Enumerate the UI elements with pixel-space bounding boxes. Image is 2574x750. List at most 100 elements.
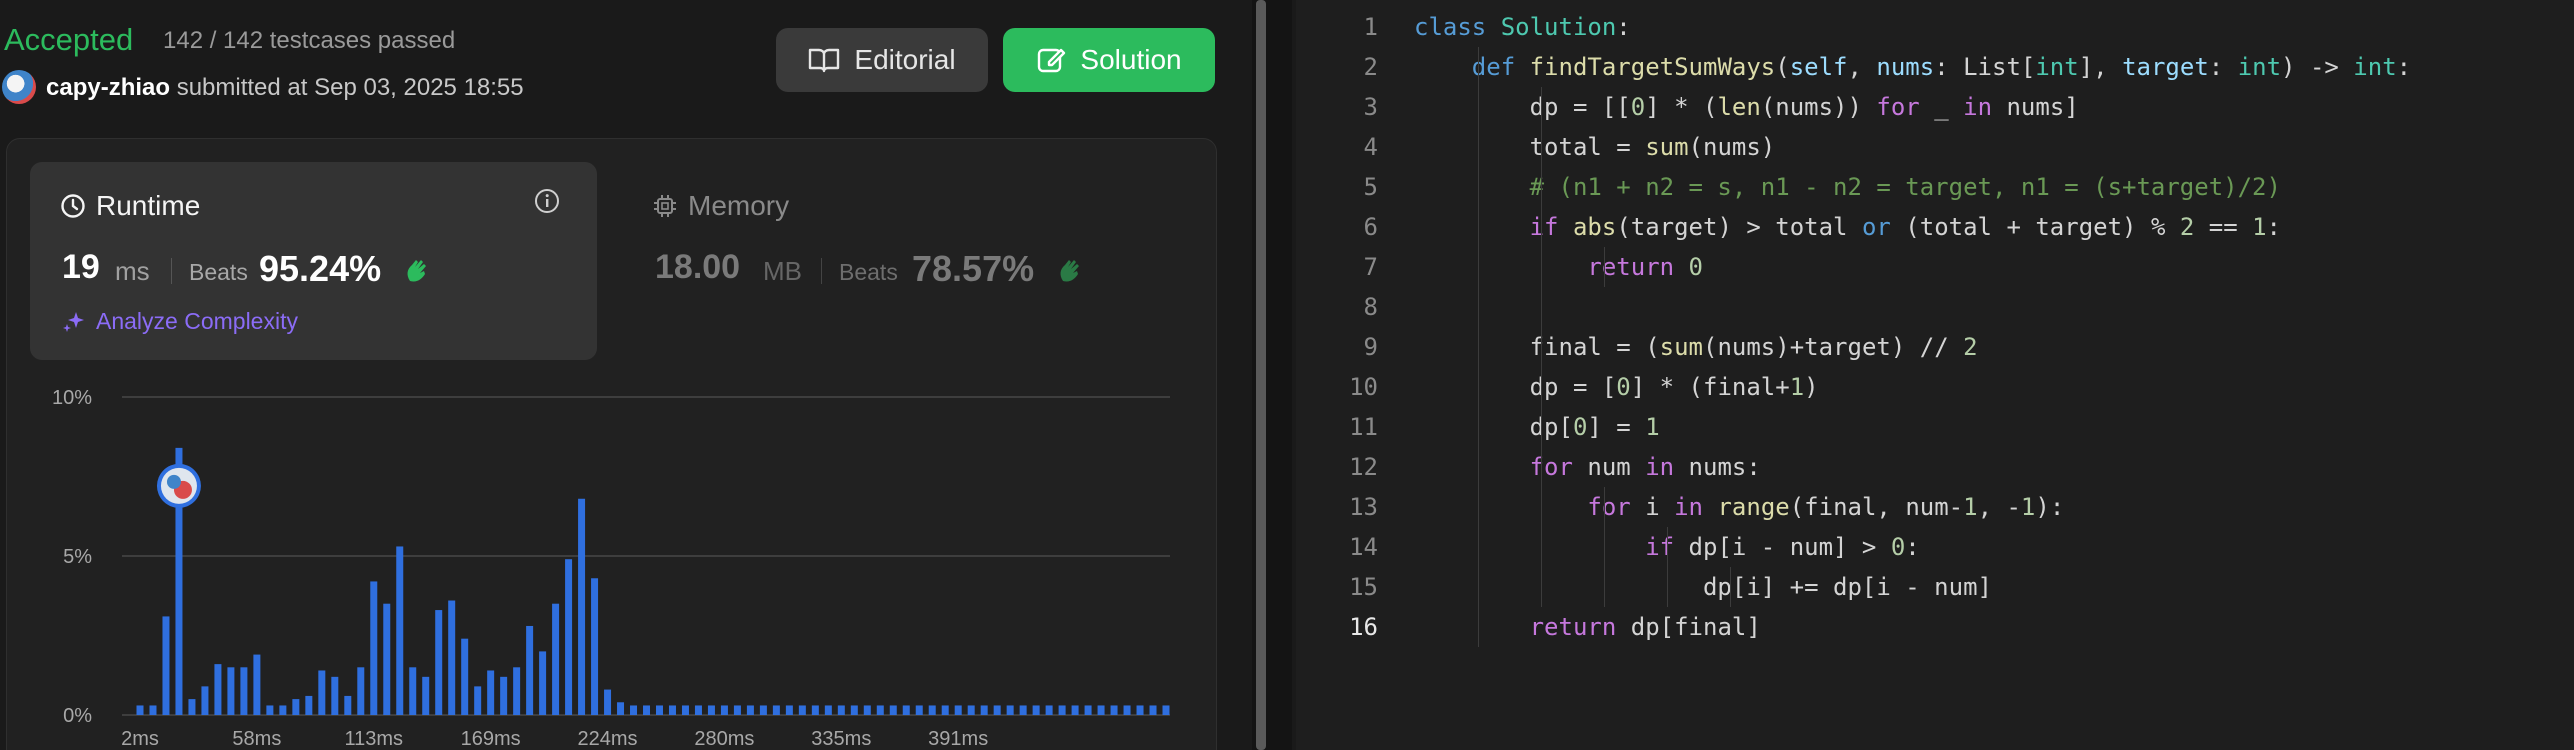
chart-bar[interactable] [578, 498, 586, 715]
chart-bar[interactable] [785, 705, 793, 715]
chart-bar[interactable] [344, 695, 352, 715]
chart-bar[interactable] [643, 705, 651, 715]
chart-bar[interactable] [591, 578, 599, 715]
chart-bar[interactable] [188, 699, 196, 715]
chart-bar[interactable] [798, 705, 806, 715]
chart-bar[interactable] [1071, 705, 1079, 715]
code-line[interactable]: 9 final = (sum(nums)+target) // 2 [1296, 327, 2574, 367]
chart-bar[interactable] [370, 581, 378, 715]
chart-bar[interactable] [526, 625, 534, 715]
chart-bar[interactable] [1032, 705, 1040, 715]
chart-bar[interactable] [707, 705, 715, 715]
chart-bar[interactable] [461, 638, 469, 715]
code-line[interactable]: 2 def findTargetSumWays(self, nums: List… [1296, 47, 2574, 87]
chart-bar[interactable] [1019, 705, 1027, 715]
code-editor[interactable]: 1 class Solution: 2 def findTargetSumWays(… [1296, 0, 2574, 750]
chart-bar[interactable] [487, 670, 495, 715]
chart-bar[interactable] [993, 705, 1001, 715]
chart-bar[interactable] [720, 705, 728, 715]
chart-bar[interactable] [565, 559, 573, 715]
chart-bar[interactable] [1058, 705, 1066, 715]
chart-bar[interactable] [824, 705, 832, 715]
chart-bar[interactable] [201, 686, 209, 715]
chart-bar[interactable] [240, 667, 248, 715]
chart-bar[interactable] [357, 667, 365, 715]
chart-bar[interactable] [136, 705, 144, 715]
chart-bar[interactable] [331, 676, 339, 715]
code-line[interactable]: 8 [1296, 287, 2574, 327]
chart-bar[interactable] [149, 705, 157, 715]
chart-bar[interactable] [630, 705, 638, 715]
code-line[interactable]: 3 dp = [[0] * (len(nums)) for _ in nums] [1296, 87, 2574, 127]
chart-bar[interactable] [162, 616, 170, 715]
chart-bar[interactable] [539, 651, 547, 715]
chart-bar[interactable] [214, 664, 222, 715]
chart-bar[interactable] [617, 702, 625, 715]
memory-tab[interactable]: Memory [652, 190, 789, 222]
code-line[interactable]: 15 dp[i] += dp[i - num] [1296, 567, 2574, 607]
chart-bar[interactable] [253, 654, 261, 715]
chart-bar[interactable] [1149, 705, 1157, 715]
chart-bar[interactable] [733, 705, 741, 715]
avatar[interactable] [2, 70, 36, 104]
chart-bar[interactable] [941, 705, 949, 715]
chart-bar[interactable] [759, 705, 767, 715]
chart-bar[interactable] [772, 705, 780, 715]
code-line[interactable]: 1 class Solution: [1296, 7, 2574, 47]
info-icon[interactable] [534, 188, 560, 214]
code-line[interactable]: 16 return dp[final] [1296, 607, 2574, 647]
chart-bar[interactable] [422, 676, 430, 715]
chart-bar[interactable] [448, 600, 456, 715]
chart-bar[interactable] [305, 695, 313, 715]
chart-bar[interactable] [980, 705, 988, 715]
chart-bar[interactable] [513, 667, 521, 715]
code-line[interactable]: 14 if dp[i - num] > 0: [1296, 527, 2574, 567]
chart-bar[interactable] [1097, 705, 1105, 715]
chart-bar[interactable] [876, 705, 884, 715]
chart-bar[interactable] [435, 610, 443, 715]
code-line[interactable]: 5 # (n1 + n2 = s, n1 - n2 = target, n1 =… [1296, 167, 2574, 207]
runtime-distribution-chart[interactable]: 10% 5% 0% 2ms 58ms 113ms 169ms 224ms 280ms 335ms 3… [0, 370, 1252, 750]
resize-grip[interactable] [1256, 0, 1266, 750]
chart-bar[interactable] [474, 686, 482, 715]
chart-bar[interactable] [837, 705, 845, 715]
chart-bar[interactable] [902, 705, 910, 715]
chart-bar[interactable] [1162, 705, 1170, 715]
chart-bar[interactable] [850, 705, 858, 715]
code-line[interactable]: 6 if abs(target) > total or (total + tar… [1296, 207, 2574, 247]
chart-bar[interactable] [500, 676, 508, 715]
code-line[interactable]: 4 total = sum(nums) [1296, 127, 2574, 167]
code-line[interactable]: 7 return 0 [1296, 247, 2574, 287]
chart-bar[interactable] [655, 705, 663, 715]
chart-bar[interactable] [889, 705, 897, 715]
code-line[interactable]: 13 for i in range(final, num-1, -1): [1296, 487, 2574, 527]
chart-bar[interactable] [604, 689, 612, 715]
panel-resize-handle[interactable] [1252, 0, 1292, 750]
chart-bar[interactable] [1006, 705, 1014, 715]
chart-bar[interactable] [863, 705, 871, 715]
chart-bar[interactable] [409, 667, 417, 715]
chart-bar[interactable] [954, 705, 962, 715]
username-link[interactable]: capy-zhiao [46, 74, 170, 101]
code-line[interactable]: 12 for num in nums: [1296, 447, 2574, 487]
solution-button[interactable]: Solution [1003, 28, 1215, 92]
chart-bar[interactable] [928, 705, 936, 715]
chart-bar[interactable] [383, 603, 391, 715]
chart-bar[interactable] [552, 603, 560, 715]
chart-bar[interactable] [396, 546, 404, 715]
analyze-complexity-link[interactable]: Analyze Complexity [62, 308, 298, 335]
code-line[interactable]: 10 dp = [0] * (final+1) [1296, 367, 2574, 407]
chart-bar[interactable] [811, 705, 819, 715]
chart-bar[interactable] [292, 699, 300, 715]
chart-bar[interactable] [227, 667, 235, 715]
chart-bar[interactable] [1136, 705, 1144, 715]
editorial-button[interactable]: Editorial [776, 28, 988, 92]
chart-bar[interactable] [1110, 705, 1118, 715]
chart-bar[interactable] [318, 670, 326, 715]
chart-bar[interactable] [1045, 705, 1053, 715]
chart-bar[interactable] [279, 705, 287, 715]
chart-bar[interactable] [1084, 705, 1092, 715]
chart-bar[interactable] [1123, 705, 1131, 715]
chart-bar[interactable] [266, 705, 274, 715]
chart-bar[interactable] [681, 705, 689, 715]
